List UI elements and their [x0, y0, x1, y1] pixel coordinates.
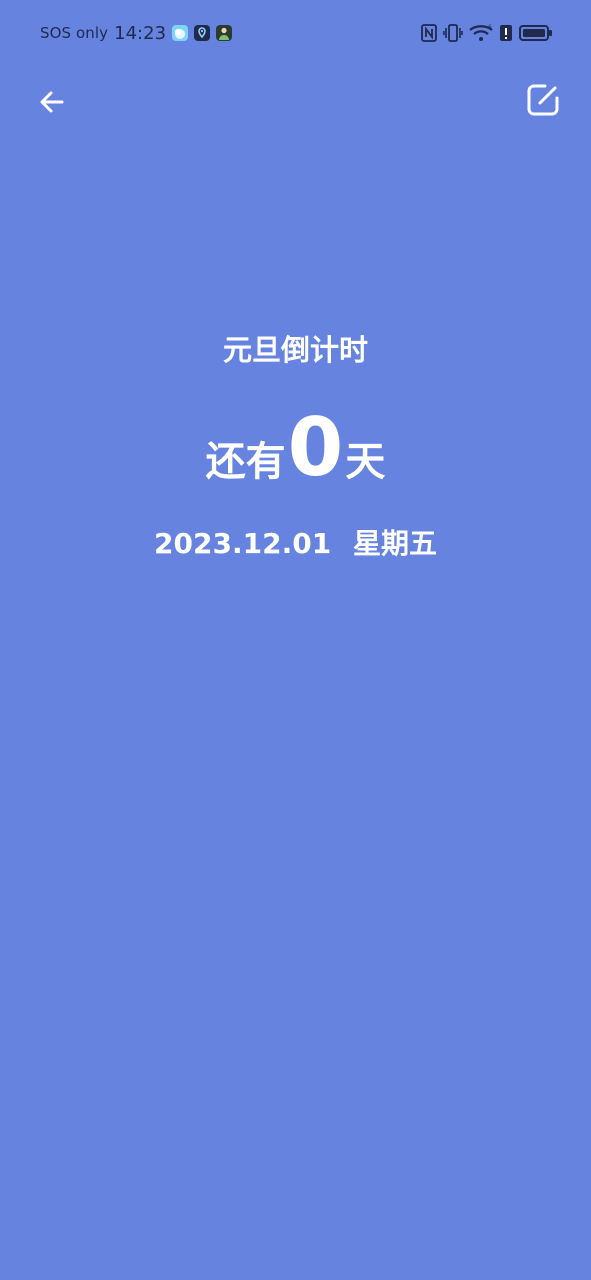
arrow-left-icon	[36, 86, 68, 122]
status-bar: SOS only 14:23 6	[0, 0, 591, 66]
countdown-date-row: 2023.12.01 星期五	[0, 524, 591, 564]
countdown-panel: 元旦倒计时 还有 0 天 2023.12.01 星期五	[0, 320, 591, 564]
vibrate-icon	[443, 24, 463, 42]
top-bar	[0, 66, 591, 138]
countdown-days-row: 还有 0 天	[0, 408, 591, 488]
weather-icon	[172, 25, 189, 41]
countdown-days-unit: 天	[345, 439, 386, 485]
battery-icon	[519, 24, 553, 42]
nfc-icon	[421, 24, 437, 42]
svg-text:6: 6	[488, 24, 492, 31]
status-left: SOS only 14:23	[40, 22, 238, 44]
edit-button[interactable]	[521, 80, 565, 124]
wifi-icon: 6	[469, 24, 493, 42]
status-time: 14:23	[114, 22, 167, 44]
network-status: SOS only	[40, 24, 109, 42]
alert-icon	[499, 24, 513, 42]
avatar-app-icon	[216, 25, 233, 41]
countdown-weekday: 星期五	[352, 527, 437, 560]
countdown-date: 2023.12.01	[154, 527, 332, 560]
location-pin-icon	[194, 25, 211, 41]
status-right: 6	[421, 22, 553, 44]
edit-square-icon	[525, 82, 561, 122]
countdown-days-number: 0	[287, 401, 344, 494]
countdown-prefix: 还有	[205, 439, 286, 485]
countdown-title: 元旦倒计时	[222, 333, 368, 367]
back-button[interactable]	[30, 82, 74, 126]
